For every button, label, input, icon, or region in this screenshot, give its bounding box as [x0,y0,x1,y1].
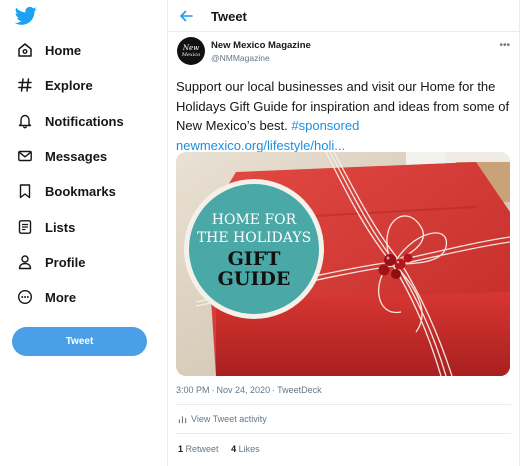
sidebar-item-home[interactable]: Home [0,35,160,65]
likes-stat[interactable]: 4 Likes [231,444,260,454]
sidebar: Home Explore Notifications Messages Book… [0,0,167,466]
sidebar-item-bookmarks[interactable]: Bookmarks [0,176,160,206]
divider [176,404,511,405]
divider [176,433,511,434]
sidebar-item-explore[interactable]: Explore [0,70,160,100]
circle-title-line: HOME FOR [212,212,297,228]
hashtag-icon [16,76,34,94]
sidebar-item-notifications[interactable]: Notifications [0,106,160,136]
back-arrow-icon[interactable] [178,8,194,24]
author-name[interactable]: New Mexico Magazine [211,40,311,51]
sidebar-item-label: Profile [45,254,86,270]
author-handle[interactable]: @NMMagazine [211,53,270,63]
view-activity-link[interactable]: View Tweet activity [178,414,267,424]
sidebar-item-more[interactable]: More [0,282,160,312]
tweet-stats: 1 Retweet 4 Likes [178,444,260,454]
avatar[interactable]: New Mexico [177,37,205,65]
gift-guide-image: HOME FOR THE HOLIDAYS GIFT GUIDE [176,152,510,376]
circle-title-line: GIFT [228,248,281,270]
list-icon [16,218,34,236]
sidebar-item-messages[interactable]: Messages [0,141,160,171]
retweets-stat[interactable]: 1 Retweet [178,444,219,454]
sidebar-item-profile[interactable]: Profile [0,247,160,277]
column-divider [519,0,520,466]
sidebar-item-label: Lists [45,219,76,235]
sidebar-item-label: Messages [45,148,108,164]
sidebar-item-label: Home [45,42,82,58]
sidebar-item-label: Notifications [45,113,124,129]
home-icon [16,41,34,59]
tweet-button[interactable]: Tweet [12,327,147,356]
envelope-icon [16,147,34,165]
tweet-text: Support our local businesses and visit o… [176,77,516,155]
likes-label: Likes [238,444,260,454]
avatar-text: Mexico [181,51,201,58]
tweet-time[interactable]: 3:00 PM [176,385,210,395]
person-icon [16,253,34,271]
tweet-media-image[interactable]: HOME FOR THE HOLIDAYS GIFT GUIDE [176,152,510,376]
bookmark-icon [16,182,34,200]
hashtag-link[interactable]: #sponsored [291,118,359,133]
page-header: Tweet [168,0,519,32]
retweets-label: Retweet [185,444,219,454]
avatar-text: New [182,43,200,52]
twitter-bird-icon[interactable] [15,6,37,26]
sidebar-item-lists[interactable]: Lists [0,212,160,242]
bell-icon [16,112,34,130]
likes-count: 4 [231,444,237,454]
main-column: Tweet New Mexico New Mexico Magazine @NM… [168,0,519,466]
tweet-date[interactable]: Nov 24, 2020 [217,385,271,395]
sidebar-item-label: Explore [45,77,93,93]
circle-title-line: GUIDE [218,268,291,290]
page-title: Tweet [211,9,247,24]
circle-title-line: THE HOLIDAYS [197,230,311,246]
tweet-source[interactable]: TweetDeck [277,385,322,395]
activity-label: View Tweet activity [191,414,267,424]
sidebar-item-label: Bookmarks [45,183,116,199]
tweet-metadata: 3:00 PM · Nov 24, 2020 · TweetDeck [176,385,322,395]
sidebar-item-label: More [45,289,77,305]
bar-chart-icon [178,415,187,423]
more-options-icon[interactable]: ••• [499,40,510,51]
url-link[interactable]: newmexico.org/lifestyle/holi... [176,138,345,153]
more-circle-icon [16,288,34,306]
retweets-count: 1 [178,444,184,454]
